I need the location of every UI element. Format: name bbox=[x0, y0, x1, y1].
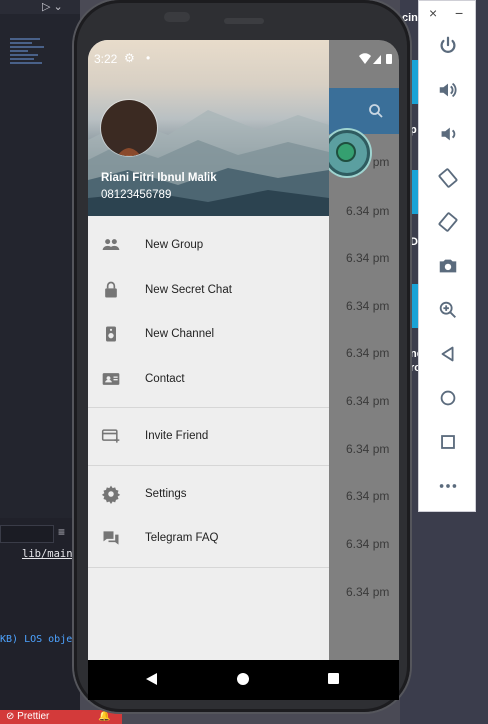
menu-item-new-channel[interactable]: New Channel bbox=[88, 312, 329, 357]
menu-item-telegram-faq[interactable]: Telegram FAQ bbox=[88, 516, 329, 561]
chat-time: 6.34 pm bbox=[346, 299, 390, 313]
ide-log-text: KB) LOS obje bbox=[0, 634, 73, 645]
background-text: p bbox=[410, 124, 417, 136]
user-name: Riani Fitri Ibnul Malik bbox=[101, 172, 217, 184]
chat-time: 6.34 pm bbox=[346, 442, 390, 456]
menu-item-label: New Channel bbox=[145, 328, 215, 341]
menu-item-invite-friend[interactable]: Invite Friend bbox=[88, 414, 329, 459]
more-icon[interactable] bbox=[435, 473, 461, 499]
background-tile bbox=[410, 170, 418, 214]
menu-item-contact[interactable]: Contact bbox=[88, 357, 329, 402]
volume-down-icon[interactable] bbox=[435, 121, 461, 147]
contact-card-icon bbox=[101, 369, 121, 389]
earpiece-speaker bbox=[224, 18, 264, 24]
navigation-drawer: Riani Fitri Ibnul Malik 08123456789 New … bbox=[88, 40, 329, 660]
menu-item-label: Settings bbox=[145, 487, 187, 500]
rotate-left-icon[interactable] bbox=[435, 165, 461, 191]
speaker-icon bbox=[101, 324, 121, 344]
chat-time: 6.34 pm bbox=[346, 585, 390, 599]
menu-divider bbox=[88, 566, 329, 568]
front-camera bbox=[164, 12, 190, 22]
ide-status-bar: ⊘ Prettier 🔔 bbox=[0, 710, 122, 724]
background-text: D bbox=[410, 236, 418, 248]
menu-item-label: New Secret Chat bbox=[145, 283, 232, 296]
ide-toolbar: ▷ ⌄ bbox=[0, 0, 80, 14]
menu-divider bbox=[88, 407, 329, 408]
nav-home-icon[interactable] bbox=[237, 673, 249, 685]
minimize-icon[interactable]: − bbox=[455, 5, 463, 21]
menu-divider bbox=[88, 464, 329, 466]
rotate-right-icon[interactable] bbox=[435, 209, 461, 235]
background-tile bbox=[410, 284, 418, 328]
settings-status-icon: ⚙ bbox=[124, 51, 135, 65]
search-icon[interactable] bbox=[367, 102, 385, 120]
close-icon[interactable]: × bbox=[429, 5, 437, 21]
menu-item-label: Telegram FAQ bbox=[145, 532, 219, 545]
back-icon[interactable] bbox=[435, 341, 461, 367]
overview-icon[interactable] bbox=[435, 429, 461, 455]
emulator-title-bar: × − bbox=[419, 5, 475, 21]
camera-icon[interactable] bbox=[435, 253, 461, 279]
menu-item-label: Invite Friend bbox=[145, 430, 209, 443]
nav-recents-icon[interactable] bbox=[328, 673, 339, 684]
prettier-status[interactable]: ⊘ Prettier bbox=[6, 710, 49, 724]
settings-icon bbox=[101, 484, 121, 504]
notification-dot-icon: • bbox=[146, 51, 151, 65]
notification-bell-icon[interactable]: 🔔 bbox=[98, 710, 110, 724]
menu-item-label: New Group bbox=[145, 239, 204, 252]
lock-icon bbox=[101, 280, 121, 300]
drawer-menu: New Group New Secret Chat New Channel Co… bbox=[88, 223, 329, 574]
touch-pointer bbox=[324, 130, 370, 176]
home-icon[interactable] bbox=[435, 385, 461, 411]
chat-time: 6.34 pm bbox=[346, 204, 390, 218]
background-tile bbox=[410, 60, 418, 104]
chat-time: 6.34 pm bbox=[346, 394, 390, 408]
code-minimap bbox=[10, 36, 48, 76]
power-icon[interactable] bbox=[435, 33, 461, 59]
chat-time: 6.34 pm bbox=[346, 251, 390, 265]
ide-editor-panel: ▷ ⌄ bbox=[0, 0, 80, 520]
avatar[interactable] bbox=[101, 100, 157, 156]
android-nav-bar bbox=[88, 660, 399, 700]
status-bar: 3:22 ⚙ • bbox=[88, 40, 399, 78]
invite-card-icon bbox=[101, 426, 121, 446]
user-phone: 08123456789 bbox=[101, 189, 172, 201]
emulator-control-panel: × − bbox=[418, 0, 476, 512]
chat-time: 6.34 pm bbox=[346, 489, 390, 503]
faq-icon bbox=[101, 528, 121, 548]
ide-file-link[interactable]: lib/main bbox=[22, 548, 73, 560]
status-time: 3:22 bbox=[94, 52, 118, 66]
volume-up-icon[interactable] bbox=[435, 77, 461, 103]
chat-time: 6.34 pm bbox=[346, 537, 390, 551]
ide-search-input[interactable] bbox=[0, 525, 54, 543]
menu-item-label: Contact bbox=[145, 372, 185, 385]
run-button[interactable]: ▷ ⌄ bbox=[42, 0, 63, 13]
nav-back-icon[interactable] bbox=[146, 673, 157, 685]
group-icon bbox=[101, 235, 121, 255]
chat-time: 6.34 pm bbox=[346, 346, 390, 360]
connectivity-icons bbox=[359, 53, 392, 64]
menu-item-new-secret-chat[interactable]: New Secret Chat bbox=[88, 268, 329, 313]
phone-screen: 6.34 pm 6.34 pm 6.34 pm 6.34 pm 6.34 pm … bbox=[88, 40, 399, 700]
menu-item-settings[interactable]: Settings bbox=[88, 472, 329, 517]
zoom-icon[interactable] bbox=[435, 297, 461, 323]
background-text: cin bbox=[402, 12, 418, 24]
menu-item-new-group[interactable]: New Group bbox=[88, 223, 329, 268]
ide-menu-icon[interactable]: ≡ bbox=[58, 525, 65, 539]
